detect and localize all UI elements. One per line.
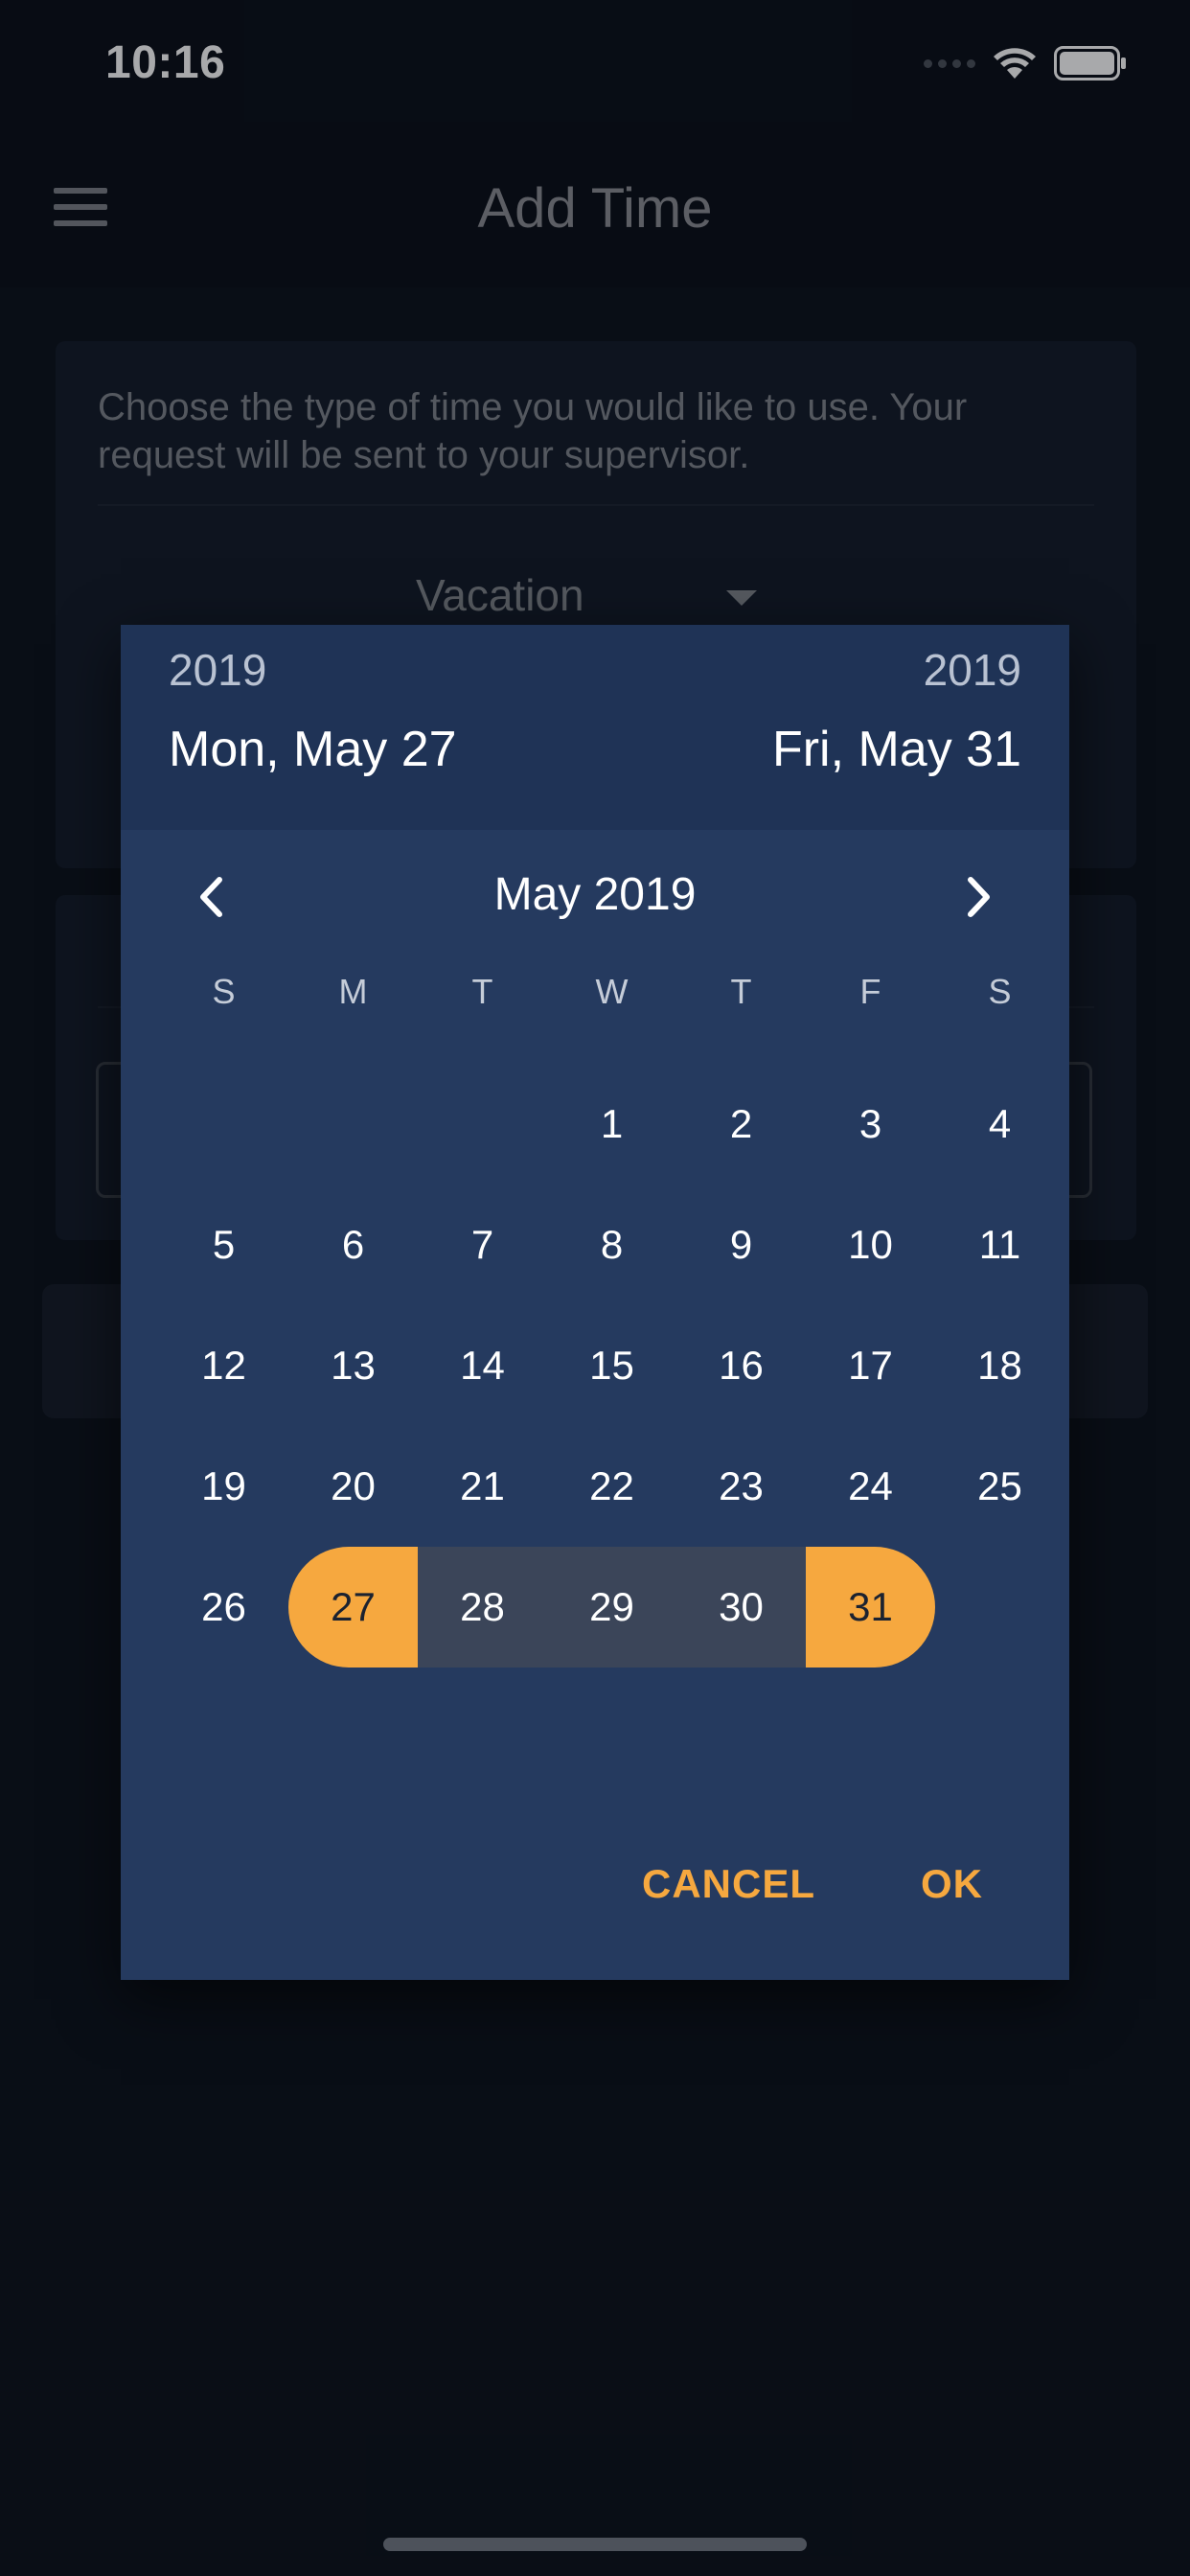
calendar-day-30[interactable]: 30: [676, 1547, 806, 1668]
calendar-day-22[interactable]: 22: [547, 1426, 676, 1547]
calendar-day-19[interactable]: 19: [159, 1426, 288, 1547]
end-year[interactable]: 2019: [924, 644, 1021, 696]
calendar-week-row: 12 13 14 15 16 17 18: [159, 1305, 1064, 1426]
weekday-label: M: [338, 972, 368, 1011]
weekday-label: S: [988, 972, 1012, 1011]
calendar-day-4[interactable]: 4: [935, 1064, 1064, 1184]
calendar-day-16[interactable]: 16: [676, 1305, 806, 1426]
weekday-label: S: [212, 972, 236, 1011]
month-navigation: May 2019: [121, 830, 1069, 954]
weekday-label: F: [859, 972, 881, 1011]
calendar-grid: 1 2 3 4 5 6 7 8 9 10 11 12 13 14 15 16 17 18 19 20 21 22 23 24 2…: [159, 1064, 1064, 1668]
ok-button[interactable]: OK: [921, 1861, 983, 1907]
calendar-day-3[interactable]: 3: [806, 1064, 935, 1184]
weekday-label: T: [730, 972, 752, 1011]
calendar-day-15[interactable]: 15: [547, 1305, 676, 1426]
next-month-button[interactable]: [950, 868, 1008, 926]
calendar-day-20[interactable]: 20: [288, 1426, 418, 1547]
calendar-day-27[interactable]: 27: [288, 1547, 418, 1668]
calendar-day-21[interactable]: 21: [418, 1426, 547, 1547]
calendar-day-11[interactable]: 11: [935, 1184, 1064, 1305]
calendar-week-row: 19 20 21 22 23 24 25: [159, 1426, 1064, 1547]
calendar-day-1[interactable]: 1: [547, 1064, 676, 1184]
calendar-day-9[interactable]: 9: [676, 1184, 806, 1305]
calendar-day-2[interactable]: 2: [676, 1064, 806, 1184]
month-label: May 2019: [493, 869, 697, 920]
calendar-day-31[interactable]: 31: [806, 1547, 935, 1668]
start-date[interactable]: Mon, May 27: [169, 721, 457, 778]
date-range-dialog: 2019 2019 Mon, May 27 Fri, May 31 May 20…: [121, 625, 1069, 1980]
dialog-actions: CANCEL OK: [121, 1861, 1069, 1938]
calendar-day-7[interactable]: 7: [418, 1184, 547, 1305]
weekday-label: W: [595, 972, 629, 1011]
weekday-header: S M T W T F S: [159, 972, 1064, 1029]
calendar-day-23[interactable]: 23: [676, 1426, 806, 1547]
calendar-day-14[interactable]: 14: [418, 1305, 547, 1426]
calendar-day-6[interactable]: 6: [288, 1184, 418, 1305]
weekday-label: T: [471, 972, 493, 1011]
cancel-button[interactable]: CANCEL: [642, 1861, 815, 1907]
calendar-day-24[interactable]: 24: [806, 1426, 935, 1547]
calendar-day-10[interactable]: 10: [806, 1184, 935, 1305]
calendar-week-row: 26 27 28 29 30 31: [159, 1547, 1064, 1668]
dialog-header: 2019 2019 Mon, May 27 Fri, May 31: [121, 625, 1069, 830]
start-year[interactable]: 2019: [169, 644, 266, 696]
calendar-day-28[interactable]: 28: [418, 1547, 547, 1668]
calendar-day-29[interactable]: 29: [547, 1547, 676, 1668]
calendar-day-17[interactable]: 17: [806, 1305, 935, 1426]
calendar-day-18[interactable]: 18: [935, 1305, 1064, 1426]
calendar-day-8[interactable]: 8: [547, 1184, 676, 1305]
home-indicator: [383, 2538, 807, 2551]
chevron-right-icon: [968, 877, 990, 917]
end-date[interactable]: Fri, May 31: [772, 721, 1021, 778]
calendar-day-12[interactable]: 12: [159, 1305, 288, 1426]
calendar-day-25[interactable]: 25: [935, 1426, 1064, 1547]
calendar-week-row: 1234: [159, 1064, 1064, 1184]
calendar-week-row: 5 6 7 8 9 10 11: [159, 1184, 1064, 1305]
calendar-day-5[interactable]: 5: [159, 1184, 288, 1305]
calendar-day-13[interactable]: 13: [288, 1305, 418, 1426]
calendar-day-26[interactable]: 26: [159, 1547, 288, 1668]
